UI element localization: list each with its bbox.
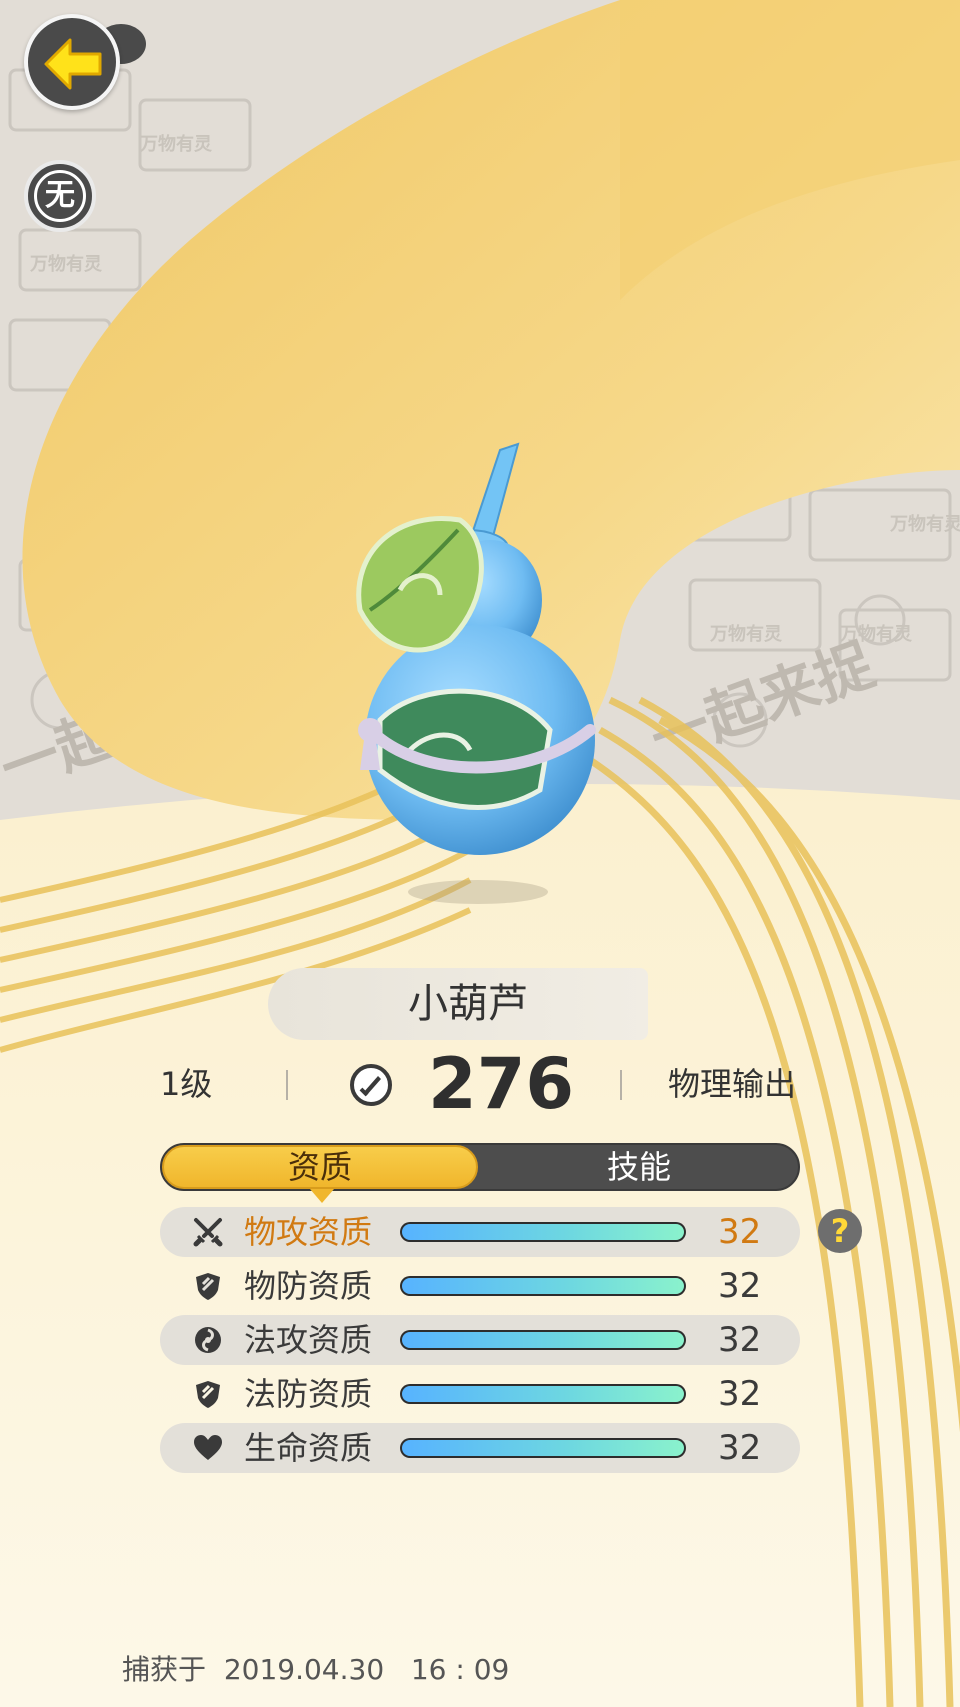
shield-icon [196,1273,220,1300]
aptitude-value: 32 [718,1428,762,1468]
help-button[interactable]: ? [818,1209,862,1253]
gourd-monster-illustration [356,442,596,855]
heart-icon [194,1435,222,1460]
aptitude-value: 32 [718,1266,762,1306]
aptitude-bar [400,1438,686,1458]
shield-icon [196,1381,220,1408]
svg-text:万物有灵: 万物有灵 [29,253,103,275]
svg-text:万物有灵: 万物有灵 [139,133,213,155]
aptitude-row-physical-attack: 物攻资质 32 [160,1207,800,1257]
aptitude-row-physical-defense: 物防资质 32 [160,1261,800,1311]
aptitude-row-magic-defense: 法防资质 32 [160,1369,800,1419]
divider [620,1070,622,1100]
aptitude-label: 法攻资质 [244,1321,373,1359]
aptitude-bar [400,1222,686,1242]
aptitude-bar-fill [402,1224,684,1240]
svg-text:万物有灵: 万物有灵 [709,623,783,645]
aptitude-value: 32 [718,1212,762,1252]
magic-swirl-icon [195,1327,221,1353]
capture-date: 2019.04.30 [223,1653,385,1686]
crossed-swords-icon [193,1218,223,1247]
combat-power-value: 276 [428,1043,575,1125]
aptitude-label: 法防资质 [244,1375,373,1413]
aptitude-bar-fill [402,1440,684,1456]
aptitude-bar-fill [402,1386,684,1402]
back-button[interactable] [24,14,120,110]
combat-power-icon [350,1064,392,1106]
aptitude-bar-fill [402,1278,684,1294]
aptitude-bar-fill [402,1332,684,1348]
aptitude-bar [400,1384,686,1404]
tab-skills[interactable]: 技能 [480,1145,798,1189]
aptitude-row-health: 生命资质 32 [160,1423,800,1473]
monster-role: 物理输出 [668,1065,797,1103]
back-arrow-icon [44,38,102,90]
no-item-label: 无 [34,170,86,222]
aptitude-bar [400,1276,686,1296]
aptitude-bar [400,1330,686,1350]
aptitude-label: 物防资质 [244,1267,373,1305]
tab-pointer [310,1189,334,1203]
aptitude-label: 生命资质 [244,1429,373,1467]
aptitude-value: 32 [718,1320,762,1360]
capture-time: 16 : 09 [410,1653,510,1686]
capture-info: 捕获于 2019.04.30 16 : 09 [122,1650,509,1690]
aptitude-label: 物攻资质 [244,1213,373,1251]
capture-label: 捕获于 [122,1653,207,1686]
aptitude-value: 32 [718,1374,762,1414]
tab-aptitude[interactable]: 资质 [162,1145,478,1189]
svg-text:万物有灵: 万物有灵 [889,513,960,535]
monster-level: 1级 [160,1065,213,1103]
aptitude-row-magic-attack: 法攻资质 32 [160,1315,800,1365]
monster-name: 小葫芦 [408,981,528,1027]
no-item-badge[interactable]: 无 [24,160,96,232]
divider [286,1070,288,1100]
